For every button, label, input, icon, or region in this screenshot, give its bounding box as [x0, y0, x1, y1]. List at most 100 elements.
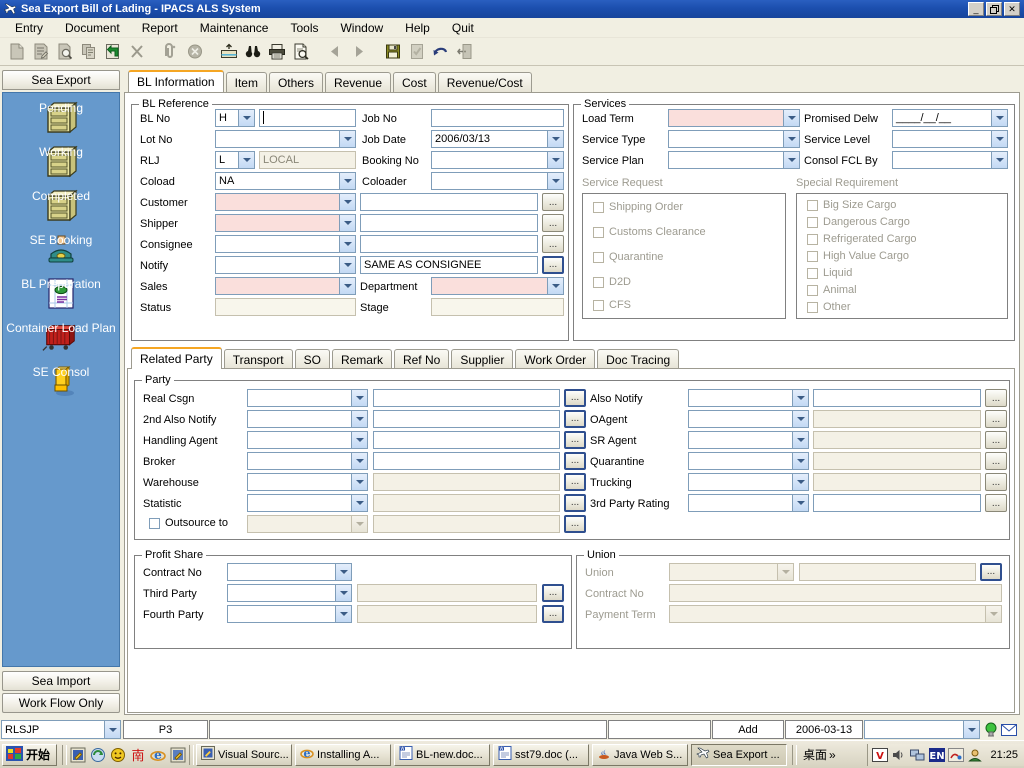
print-icon[interactable]	[266, 41, 288, 63]
coloader-combo[interactable]	[431, 172, 564, 190]
sidebar-header-sea-export[interactable]: Sea Export	[2, 70, 120, 90]
task-window-visual-source[interactable]: Visual Sourc...	[196, 743, 293, 766]
also-notify-name[interactable]	[813, 389, 981, 407]
chevron-down-icon[interactable]	[238, 110, 254, 126]
vc-icon[interactable]: V	[872, 747, 889, 763]
third-party-lookup-button[interactable]: ...	[542, 584, 564, 602]
job-no-input[interactable]	[431, 109, 564, 127]
chevron-down-icon[interactable]	[351, 474, 367, 490]
checkbox-liquid[interactable]: Liquid	[807, 267, 852, 279]
chevron-down-icon[interactable]	[547, 173, 563, 189]
broker-combo[interactable]	[247, 452, 368, 470]
customer-combo[interactable]	[215, 193, 356, 211]
rlj-prefix-combo[interactable]: L	[215, 151, 255, 169]
subtab-ref-no[interactable]: Ref No	[393, 349, 450, 369]
tab-cost[interactable]: Cost	[393, 72, 436, 92]
sidebar-item-working[interactable]: Working	[3, 143, 119, 181]
broker-lookup-button[interactable]: ...	[564, 452, 586, 470]
coload-combo[interactable]: NA	[215, 172, 356, 190]
tab-revenue[interactable]: Revenue	[324, 72, 392, 92]
chevron-down-icon[interactable]	[547, 278, 563, 294]
sidebar-button-sea-import[interactable]: Sea Import	[2, 671, 120, 691]
lot-no-combo[interactable]	[215, 130, 356, 148]
bl-no-input[interactable]	[259, 109, 356, 127]
shipper-lookup-button[interactable]: ...	[542, 214, 564, 232]
menu-quit[interactable]: Quit	[441, 19, 485, 37]
chevron-down-icon[interactable]	[547, 152, 563, 168]
real-csgn-name[interactable]	[373, 389, 560, 407]
archive-icon[interactable]	[218, 41, 240, 63]
chevron-down-icon[interactable]	[792, 411, 808, 427]
attach-icon[interactable]	[160, 41, 182, 63]
next-arrow-icon[interactable]	[348, 41, 370, 63]
chevron-down-icon[interactable]	[339, 131, 355, 147]
close-button[interactable]: ✕	[1004, 2, 1020, 16]
checkbox-cfs[interactable]: CFS	[593, 299, 631, 311]
checkbox-dangerous-cargo[interactable]: Dangerous Cargo	[807, 216, 910, 228]
handling-agent-name[interactable]	[373, 431, 560, 449]
menu-tools[interactable]: Tools	[279, 19, 329, 37]
exit-door-icon[interactable]	[454, 41, 476, 63]
confirm-icon[interactable]	[406, 41, 428, 63]
tab-revenue-cost[interactable]: Revenue/Cost	[437, 72, 532, 92]
checkbox-other[interactable]: Other	[807, 301, 851, 313]
chevron-down-icon[interactable]	[991, 131, 1007, 147]
chevron-down-icon[interactable]	[351, 390, 367, 406]
third-party-rating-combo[interactable]	[688, 494, 809, 512]
warehouse-combo[interactable]	[247, 473, 368, 491]
chevron-down-icon[interactable]	[792, 453, 808, 469]
task-window-bl-new-doc[interactable]: W BL-new.doc...	[394, 743, 491, 766]
chevron-down-icon[interactable]	[351, 495, 367, 511]
ie-icon[interactable]: e	[149, 746, 167, 764]
subtab-remark[interactable]: Remark	[331, 349, 392, 369]
lightbulb-icon[interactable]	[982, 722, 1000, 738]
union-lookup-button[interactable]: ...	[980, 563, 1002, 581]
subtab-supplier[interactable]: Supplier	[451, 349, 514, 369]
handling-agent-lookup-button[interactable]: ...	[564, 431, 586, 449]
view-icon[interactable]	[54, 41, 76, 63]
notify-name-input[interactable]: SAME AS CONSIGNEE	[360, 256, 538, 274]
second-also-notify-name[interactable]	[373, 410, 560, 428]
subtab-so[interactable]: SO	[294, 349, 330, 369]
chevron-down-icon[interactable]	[792, 432, 808, 448]
volume-icon[interactable]	[891, 747, 907, 763]
trucking-combo[interactable]	[688, 473, 809, 491]
menu-document[interactable]: Document	[54, 19, 131, 37]
also-notify-lookup-button[interactable]: ...	[985, 389, 1007, 407]
third-party-rating-name[interactable]	[813, 494, 981, 512]
booking-no-combo[interactable]	[431, 151, 564, 169]
profit-contract-no-combo[interactable]	[227, 563, 352, 581]
menu-window[interactable]: Window	[329, 19, 394, 37]
chevron-down-icon[interactable]	[238, 152, 254, 168]
minimize-button[interactable]: _	[968, 2, 984, 16]
delete-x-icon[interactable]	[126, 41, 148, 63]
undo-icon[interactable]	[430, 41, 452, 63]
tab-bl-information[interactable]: BL Information	[128, 70, 224, 92]
chevron-down-icon[interactable]	[351, 411, 367, 427]
service-plan-combo[interactable]	[668, 151, 800, 169]
consignee-name-input[interactable]	[360, 235, 538, 253]
oagent-lookup-button[interactable]: ...	[985, 410, 1007, 428]
checkbox-outsource-to[interactable]: Outsource to	[149, 517, 228, 529]
chevron-down-icon[interactable]	[339, 173, 355, 189]
sr-agent-lookup-button[interactable]: ...	[985, 431, 1007, 449]
prev-arrow-icon[interactable]	[324, 41, 346, 63]
status-user-combo[interactable]: RLSJP	[1, 720, 121, 739]
consol-fcl-by-combo[interactable]	[892, 151, 1008, 169]
checkbox-quarantine[interactable]: Quarantine	[593, 251, 663, 263]
menu-report[interactable]: Report	[131, 19, 189, 37]
tab-others[interactable]: Others	[268, 72, 323, 92]
edit-icon[interactable]	[30, 41, 52, 63]
chevron-down-icon[interactable]	[335, 606, 351, 622]
quarantine-party-lookup-button[interactable]: ...	[985, 452, 1007, 470]
service-level-combo[interactable]	[892, 130, 1008, 148]
sales-combo[interactable]	[215, 277, 356, 295]
network-icon[interactable]	[910, 747, 926, 763]
chevron-down-icon[interactable]	[792, 390, 808, 406]
second-also-notify-combo[interactable]	[247, 410, 368, 428]
app-icon[interactable]	[169, 746, 187, 764]
consignee-lookup-button[interactable]: ...	[542, 235, 564, 253]
subtab-related-party[interactable]: Related Party	[131, 347, 222, 369]
save-disk-icon[interactable]	[382, 41, 404, 63]
sidebar-item-container-load-plan[interactable]: Container Load Plan	[3, 319, 119, 357]
